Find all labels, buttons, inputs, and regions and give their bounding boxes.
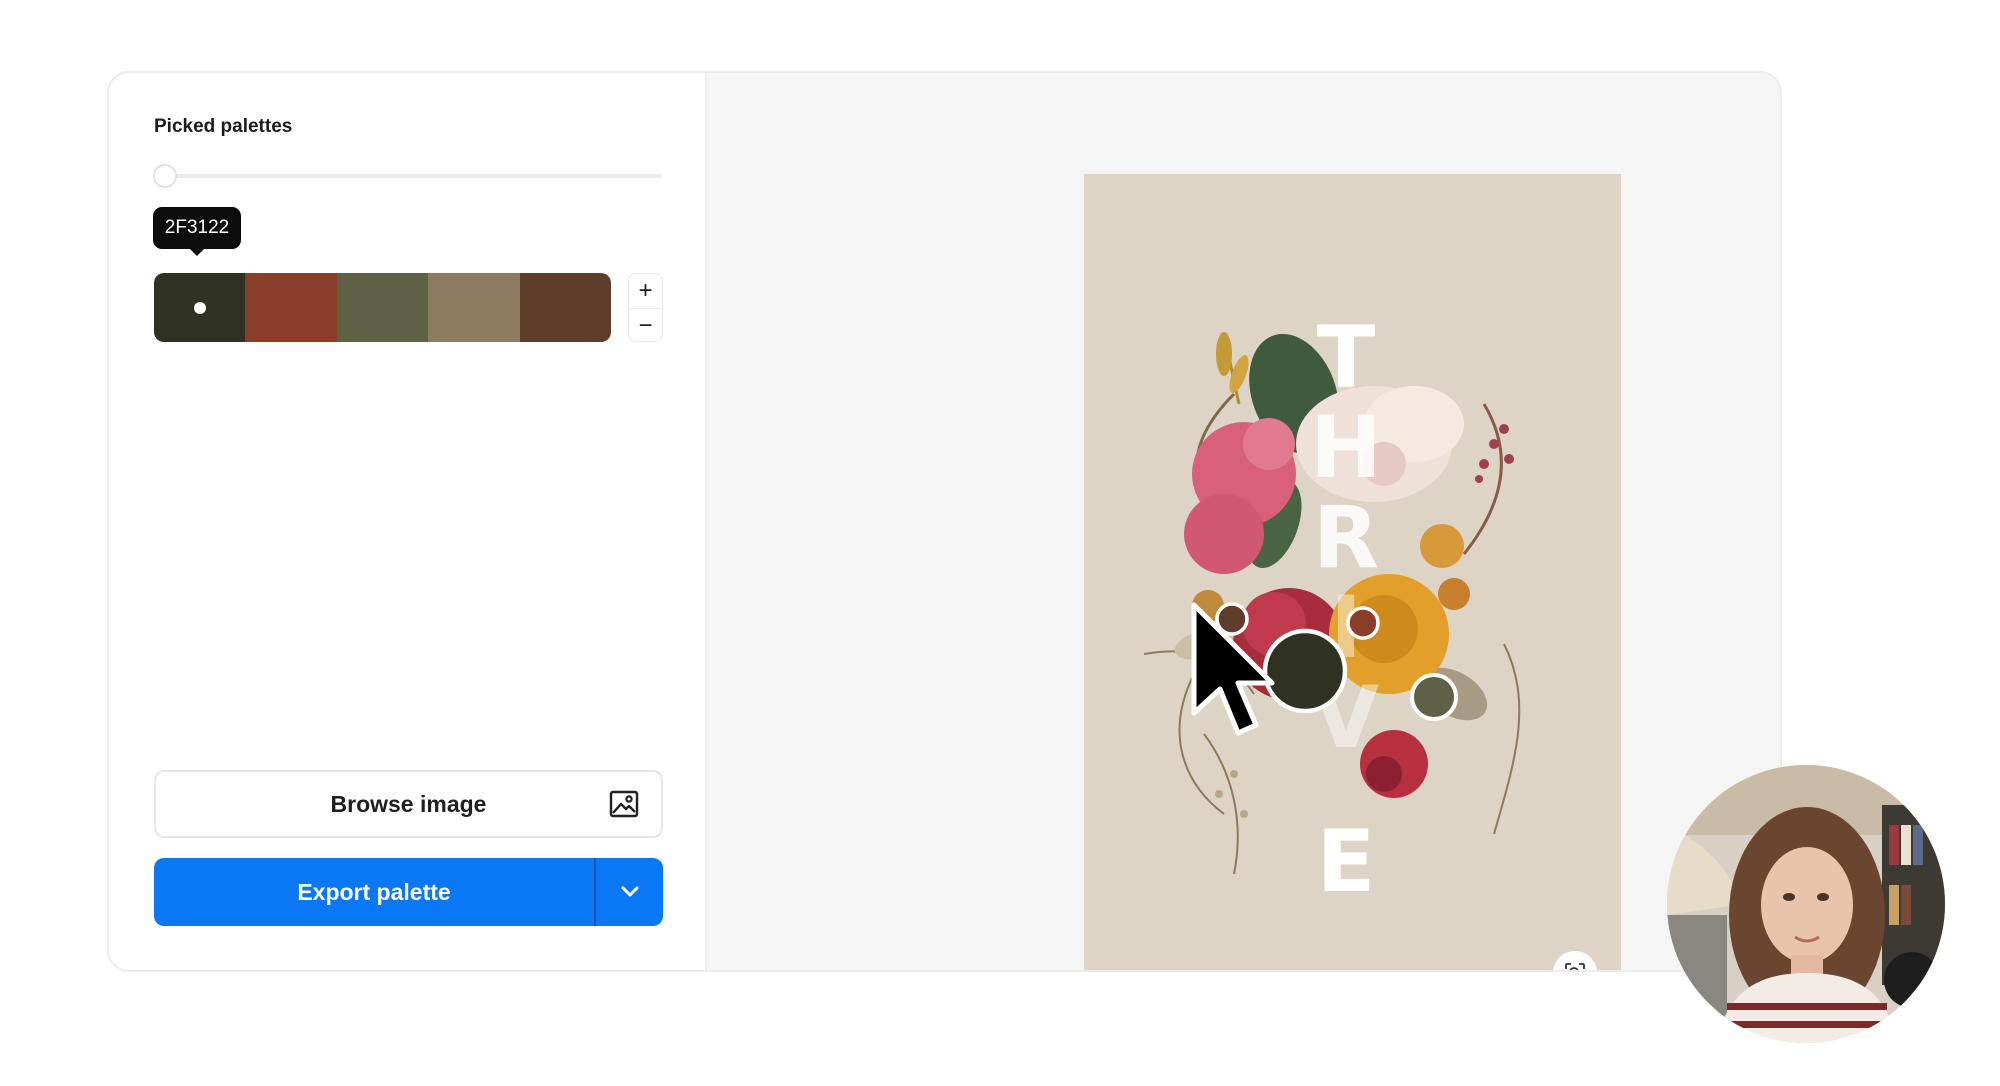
remove-color-button[interactable]: −	[629, 308, 662, 342]
palette-sidebar: Picked palettes 2F3122 + − Browse image	[109, 73, 707, 970]
add-color-button[interactable]: +	[629, 274, 662, 308]
selected-swatch-dot	[193, 301, 206, 314]
color-picker-marker[interactable]	[1410, 673, 1458, 721]
svg-text:E: E	[1317, 812, 1376, 912]
swatch-2[interactable]	[245, 273, 337, 342]
hex-tooltip: 2F3122	[153, 207, 241, 249]
poster-artwork: T H R I V E	[1143, 308, 1521, 912]
webcam-overlay	[1667, 765, 1945, 1043]
swatch-3[interactable]	[336, 273, 429, 342]
image-icon	[609, 790, 639, 818]
svg-text:T: T	[1317, 308, 1376, 408]
svg-text:R: R	[1313, 488, 1379, 588]
presenter-video	[1667, 765, 1945, 1043]
tooltip-arrow	[189, 248, 205, 256]
export-palette-button[interactable]: Export palette	[154, 858, 594, 926]
chevron-down-icon	[621, 886, 639, 897]
palette-slider-track[interactable]	[154, 174, 662, 178]
export-button-group: Export palette	[154, 858, 663, 926]
color-picker-marker[interactable]	[1346, 606, 1380, 640]
swatch-1[interactable]	[154, 273, 246, 342]
color-count-stepper: + −	[628, 273, 663, 342]
mouse-cursor-icon	[1191, 602, 1275, 736]
swatch-5[interactable]	[519, 273, 611, 342]
color-picker-marker-selected[interactable]	[1262, 628, 1348, 714]
zoom-scan-icon	[1565, 963, 1585, 970]
image-preview[interactable]: T H R I V E	[1084, 174, 1621, 970]
svg-text:H: H	[1310, 398, 1382, 498]
browse-image-button[interactable]: Browse image	[154, 770, 663, 838]
palette-app-card: Picked palettes 2F3122 + − Browse image	[107, 71, 1782, 972]
palette-slider-thumb[interactable]	[153, 164, 177, 188]
swatch-4[interactable]	[428, 273, 520, 342]
browse-image-label: Browse image	[330, 791, 487, 817]
panel-title: Picked palettes	[154, 116, 293, 137]
palette-bar	[154, 273, 611, 342]
export-options-button[interactable]	[596, 858, 663, 926]
